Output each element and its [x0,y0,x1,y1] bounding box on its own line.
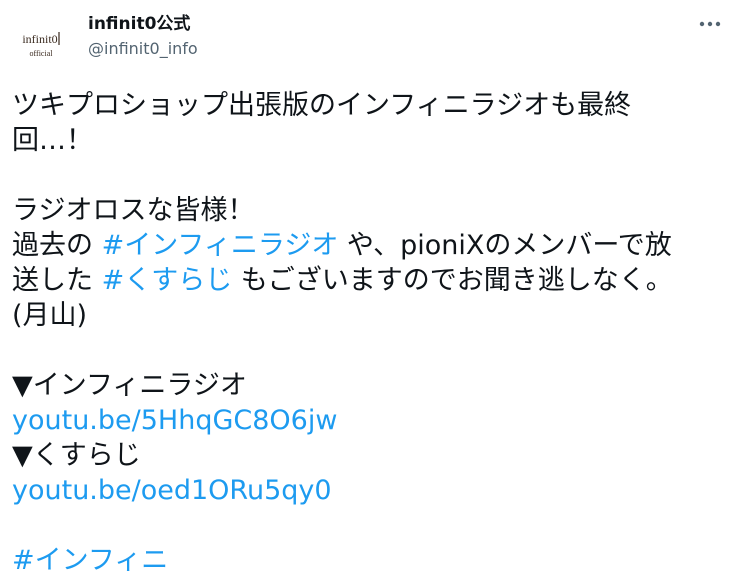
tweet-text-segment: や、pioniXのメンバーで放 [338,230,672,261]
avatar[interactable]: infinit0 official [12,14,68,70]
tweet-spacer [12,333,720,368]
tweet-header: infinit0 official infinit0公式 @infinit0_i… [0,0,732,80]
svg-text:infinit0: infinit0 [22,32,57,46]
display-name[interactable]: infinit0公式 [88,12,190,36]
hashtag-link[interactable]: #くすらじ [102,265,233,296]
tweet-line: 送した #くすらじ もございますのでお聞き逃しなく。 [12,263,720,298]
hashtag-link[interactable]: #インフィニ [12,545,168,576]
tweet-line: (月山) [12,300,88,331]
tweet-text-segment: 過去の [12,230,102,261]
youtube-link[interactable]: youtu.be/5HhqGC8O6jw [12,405,337,436]
more-options-button[interactable] [694,10,726,38]
tweet-text-segment: 送した [12,265,102,296]
hashtag-link[interactable]: #インフィニラジオ [102,230,339,261]
tweet-line: youtu.be/5HhqGC8O6jw [12,403,720,438]
youtube-link[interactable]: youtu.be/oed1ORu5qy0 [12,475,332,506]
section-label: ▼くすらじ [12,440,141,471]
user-handle[interactable]: @infinit0_info [88,38,198,60]
svg-text:official: official [30,49,54,58]
more-horizontal-icon [699,21,721,27]
tweet-line: ツキプロショップ出張版のインフィニラジオも最終 [12,90,632,121]
tweet-line: #インフィニ [12,543,720,578]
tweet-spacer [12,158,720,193]
infinit0-logo-icon: infinit0 official [12,14,68,70]
tweet-line: youtu.be/oed1ORu5qy0 [12,473,720,508]
tweet-line: 回…！ [12,125,93,156]
tweet-line: 過去の #インフィニラジオ や、pioniXのメンバーで放 [12,228,720,263]
tweet-text-segment: もございますのでお聞き逃しなく。 [232,265,673,296]
tweet-spacer [12,508,720,543]
section-label: ▼インフィニラジオ [12,370,247,401]
tweet-line: ラジオロスな皆様！ [12,195,255,226]
tweet-text: ツキプロショップ出張版のインフィニラジオも最終 回…！ ラジオロスな皆様！ 過去… [12,88,720,578]
